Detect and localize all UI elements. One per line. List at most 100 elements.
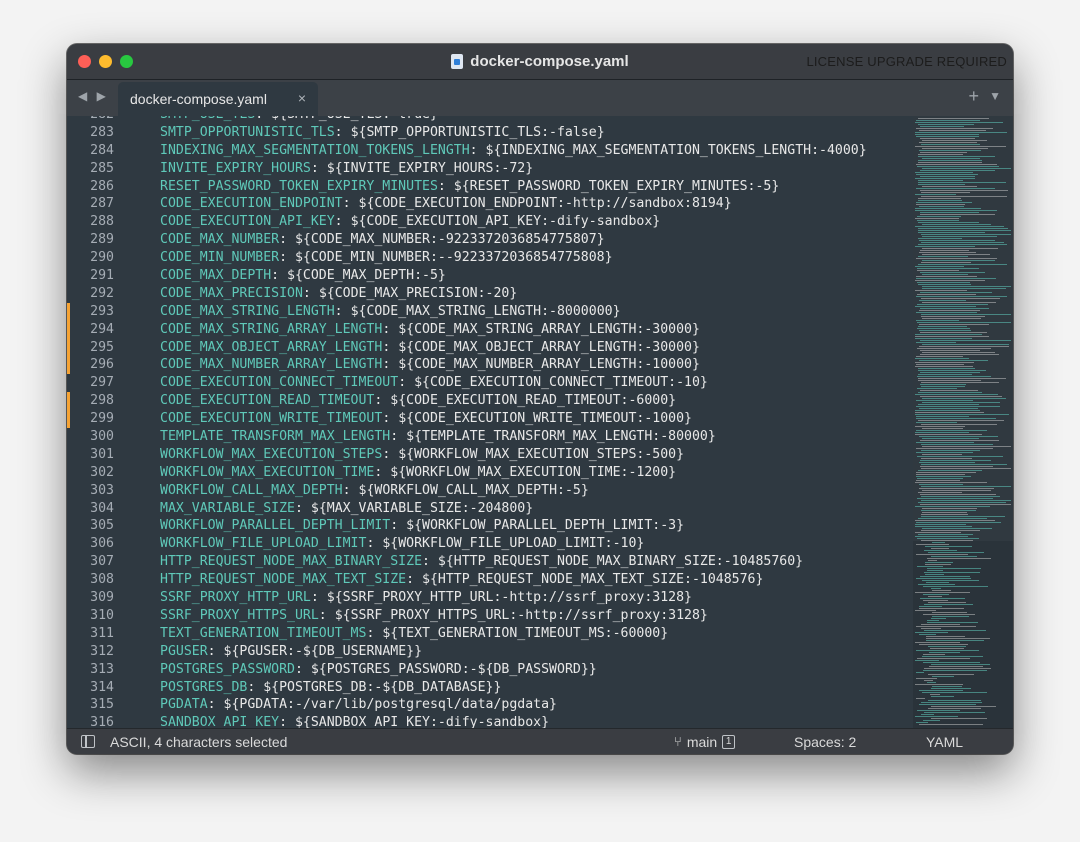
code-line[interactable]: 285 INVITE_EXPIRY_HOURS: ${INVITE_EXPIRY_…: [67, 160, 913, 178]
code-text[interactable]: CODE_EXECUTION_CONNECT_TIMEOUT: ${CODE_E…: [160, 374, 708, 392]
tab-docker-compose[interactable]: docker-compose.yaml ×: [118, 82, 318, 116]
minimap-line: [922, 224, 992, 225]
code-line[interactable]: 295 CODE_MAX_OBJECT_ARRAY_LENGTH: ${CODE_…: [67, 338, 913, 357]
code-text[interactable]: POSTGRES_DB: ${POSTGRES_DB:-${DB_DATABAS…: [160, 679, 501, 697]
code-line[interactable]: 310 SSRF_PROXY_HTTPS_URL: ${SSRF_PROXY_HT…: [67, 607, 913, 625]
code-line[interactable]: 290 CODE_MIN_NUMBER: ${CODE_MIN_NUMBER:--…: [67, 249, 913, 267]
tab-list-chevron-icon[interactable]: ▼: [989, 89, 1001, 103]
code-text[interactable]: SSRF_PROXY_HTTP_URL: ${SSRF_PROXY_HTTP_U…: [160, 589, 692, 607]
code-line[interactable]: 296 CODE_MAX_NUMBER_ARRAY_LENGTH: ${CODE_…: [67, 356, 913, 375]
code-line[interactable]: 292 CODE_MAX_PRECISION: ${CODE_MAX_PRECIS…: [67, 285, 913, 303]
code-text[interactable]: CODE_MAX_PRECISION: ${CODE_MAX_PRECISION…: [160, 285, 517, 303]
code-text[interactable]: CODE_MAX_OBJECT_ARRAY_LENGTH: ${CODE_MAX…: [160, 339, 700, 357]
code-text[interactable]: SMTP_USE_TLS: ${SMTP_USE_TLS:-true}: [160, 116, 438, 124]
code-text[interactable]: MAX_VARIABLE_SIZE: ${MAX_VARIABLE_SIZE:-…: [160, 500, 533, 518]
minimap-line: [916, 522, 1001, 523]
code-line[interactable]: 289 CODE_MAX_NUMBER: ${CODE_MAX_NUMBER:-9…: [67, 231, 913, 249]
code-line[interactable]: 312 PGUSER: ${PGUSER:-${DB_USERNAME}}: [67, 643, 913, 661]
code-text[interactable]: POSTGRES_PASSWORD: ${POSTGRES_PASSWORD:-…: [160, 661, 597, 679]
code-text[interactable]: INVITE_EXPIRY_HOURS: ${INVITE_EXPIRY_HOU…: [160, 160, 533, 178]
code-line[interactable]: 314 POSTGRES_DB: ${POSTGRES_DB:-${DB_DATA…: [67, 679, 913, 697]
indentation-setting[interactable]: Spaces: 2: [794, 734, 856, 750]
code-text[interactable]: TEXT_GENERATION_TIMEOUT_MS: ${TEXT_GENER…: [160, 625, 668, 643]
code-editor[interactable]: 282SMTP_USE_TLS: ${SMTP_USE_TLS:-true}28…: [67, 116, 1013, 728]
code-lines[interactable]: 282SMTP_USE_TLS: ${SMTP_USE_TLS:-true}28…: [67, 116, 913, 728]
code-text[interactable]: HTTP_REQUEST_NODE_MAX_TEXT_SIZE: ${HTTP_…: [160, 571, 763, 589]
minimap-line: [915, 146, 1006, 147]
code-line[interactable]: 304 MAX_VARIABLE_SIZE: ${MAX_VARIABLE_SIZ…: [67, 500, 913, 518]
code-line[interactable]: 284 INDEXING_MAX_SEGMENTATION_TOKENS_LENG…: [67, 142, 913, 160]
code-line[interactable]: 291 CODE_MAX_DEPTH: ${CODE_MAX_DEPTH:-5}: [67, 267, 913, 285]
minimap-line: [918, 256, 969, 257]
code-line[interactable]: 308 HTTP_REQUEST_NODE_MAX_TEXT_SIZE: ${HT…: [67, 571, 913, 589]
code-text[interactable]: TEMPLATE_TRANSFORM_MAX_LENGTH: ${TEMPLAT…: [160, 428, 716, 446]
code-line[interactable]: 315 PGDATA: ${PGDATA:-/var/lib/postgresql…: [67, 696, 913, 714]
code-text[interactable]: WORKFLOW_FILE_UPLOAD_LIMIT: ${WORKFLOW_F…: [160, 535, 644, 553]
code-text[interactable]: SMTP_OPPORTUNISTIC_TLS: ${SMTP_OPPORTUNI…: [160, 124, 605, 142]
code-text[interactable]: CODE_EXECUTION_API_KEY: ${CODE_EXECUTION…: [160, 213, 660, 231]
sidebar-toggle-icon[interactable]: [81, 735, 95, 748]
code-line[interactable]: 313 POSTGRES_PASSWORD: ${POSTGRES_PASSWOR…: [67, 661, 913, 679]
code-line[interactable]: 307 HTTP_REQUEST_NODE_MAX_BINARY_SIZE: ${…: [67, 553, 913, 571]
minimap[interactable]: [913, 116, 1013, 728]
code-line[interactable]: 282 SMTP_USE_TLS: ${SMTP_USE_TLS:-true}: [67, 116, 913, 124]
code-text[interactable]: WORKFLOW_PARALLEL_DEPTH_LIMIT: ${WORKFLO…: [160, 517, 684, 535]
code-line[interactable]: 299 CODE_EXECUTION_WRITE_TIMEOUT: ${CODE_…: [67, 410, 913, 429]
minimap-line: [918, 118, 989, 119]
code-text[interactable]: WORKFLOW_MAX_EXECUTION_TIME: ${WORKFLOW_…: [160, 464, 676, 482]
syntax-language[interactable]: YAML: [926, 734, 963, 750]
yaml-colon: :: [302, 285, 319, 301]
code-text[interactable]: CODE_EXECUTION_READ_TIMEOUT: ${CODE_EXEC…: [160, 392, 676, 410]
code-line[interactable]: 305 WORKFLOW_PARALLEL_DEPTH_LIMIT: ${WORK…: [67, 517, 913, 535]
code-line[interactable]: 287 CODE_EXECUTION_ENDPOINT: ${CODE_EXECU…: [67, 195, 913, 213]
code-line[interactable]: 294 CODE_MAX_STRING_ARRAY_LENGTH: ${CODE_…: [67, 320, 913, 339]
code-line[interactable]: 298 CODE_EXECUTION_READ_TIMEOUT: ${CODE_E…: [67, 392, 913, 411]
minimap-line: [916, 400, 973, 401]
line-number: 283: [90, 124, 114, 140]
code-text[interactable]: INDEXING_MAX_SEGMENTATION_TOKENS_LENGTH:…: [160, 142, 867, 160]
minimap-line: [917, 328, 971, 329]
minimap-line: [921, 424, 997, 425]
code-line[interactable]: 288 CODE_EXECUTION_API_KEY: ${CODE_EXECUT…: [67, 213, 913, 231]
code-line[interactable]: 283 SMTP_OPPORTUNISTIC_TLS: ${SMTP_OPPORT…: [67, 124, 913, 142]
git-branch[interactable]: ⑂ main 1: [674, 734, 736, 750]
license-notice[interactable]: LICENSE UPGRADE REQUIRED: [806, 54, 1007, 69]
code-text[interactable]: HTTP_REQUEST_NODE_MAX_BINARY_SIZE: ${HTT…: [160, 553, 803, 571]
code-text[interactable]: CODE_MAX_NUMBER: ${CODE_MAX_NUMBER:-9223…: [160, 231, 605, 249]
code-line[interactable]: 316 SANDBOX_API_KEY: ${SANDBOX_API_KEY:-d…: [67, 714, 913, 728]
code-text[interactable]: WORKFLOW_MAX_EXECUTION_STEPS: ${WORKFLOW…: [160, 446, 684, 464]
code-text[interactable]: CODE_MAX_DEPTH: ${CODE_MAX_DEPTH:-5}: [160, 267, 446, 285]
code-text[interactable]: WORKFLOW_CALL_MAX_DEPTH: ${WORKFLOW_CALL…: [160, 482, 589, 500]
code-line[interactable]: 301 WORKFLOW_MAX_EXECUTION_STEPS: ${WORKF…: [67, 446, 913, 464]
code-text[interactable]: SANDBOX_API_KEY: ${SANDBOX_API_KEY:-dify…: [160, 714, 549, 728]
tab-nav-arrows-icon[interactable]: ◀ ▶: [78, 89, 109, 103]
code-line[interactable]: 286 RESET_PASSWORD_TOKEN_EXPIRY_MINUTES: …: [67, 178, 913, 196]
code-line[interactable]: 302 WORKFLOW_MAX_EXECUTION_TIME: ${WORKFL…: [67, 464, 913, 482]
code-text[interactable]: CODE_EXECUTION_WRITE_TIMEOUT: ${CODE_EXE…: [160, 410, 692, 428]
code-text[interactable]: CODE_EXECUTION_ENDPOINT: ${CODE_EXECUTIO…: [160, 195, 732, 213]
code-text[interactable]: PGDATA: ${PGDATA:-/var/lib/postgresql/da…: [160, 696, 557, 714]
code-text[interactable]: SSRF_PROXY_HTTPS_URL: ${SSRF_PROXY_HTTPS…: [160, 607, 708, 625]
code-text[interactable]: RESET_PASSWORD_TOKEN_EXPIRY_MINUTES: ${R…: [160, 178, 779, 196]
minimap-line: [915, 660, 939, 661]
code-line[interactable]: 306 WORKFLOW_FILE_UPLOAD_LIMIT: ${WORKFLO…: [67, 535, 913, 553]
code-text[interactable]: PGUSER: ${PGUSER:-${DB_USERNAME}}: [160, 643, 422, 661]
code-line[interactable]: 300 TEMPLATE_TRANSFORM_MAX_LENGTH: ${TEMP…: [67, 428, 913, 446]
new-tab-icon[interactable]: +: [968, 86, 979, 107]
minimap-line: [915, 280, 985, 281]
code-line[interactable]: 311 TEXT_GENERATION_TIMEOUT_MS: ${TEXT_GE…: [67, 625, 913, 643]
minimap-line: [921, 444, 994, 445]
code-line[interactable]: 293 CODE_MAX_STRING_LENGTH: ${CODE_MAX_ST…: [67, 302, 913, 321]
yaml-value: ${CODE_MAX_STRING_ARRAY_LENGTH:-30000}: [398, 321, 700, 337]
code-text[interactable]: CODE_MAX_STRING_ARRAY_LENGTH: ${CODE_MAX…: [160, 321, 700, 339]
code-text[interactable]: CODE_MAX_NUMBER_ARRAY_LENGTH: ${CODE_MAX…: [160, 356, 700, 374]
minimap-line: [923, 720, 941, 721]
code-line[interactable]: 309 SSRF_PROXY_HTTP_URL: ${SSRF_PROXY_HTT…: [67, 589, 913, 607]
code-text[interactable]: CODE_MIN_NUMBER: ${CODE_MIN_NUMBER:--922…: [160, 249, 613, 267]
minimap-line: [916, 258, 997, 259]
code-text[interactable]: CODE_MAX_STRING_LENGTH: ${CODE_MAX_STRIN…: [160, 303, 621, 321]
close-tab-icon[interactable]: ×: [298, 90, 306, 106]
code-line[interactable]: 303 WORKFLOW_CALL_MAX_DEPTH: ${WORKFLOW_C…: [67, 482, 913, 500]
code-line[interactable]: 297 CODE_EXECUTION_CONNECT_TIMEOUT: ${COD…: [67, 374, 913, 392]
yaml-key: CODE_MAX_NUMBER_ARRAY_LENGTH: [160, 357, 383, 373]
